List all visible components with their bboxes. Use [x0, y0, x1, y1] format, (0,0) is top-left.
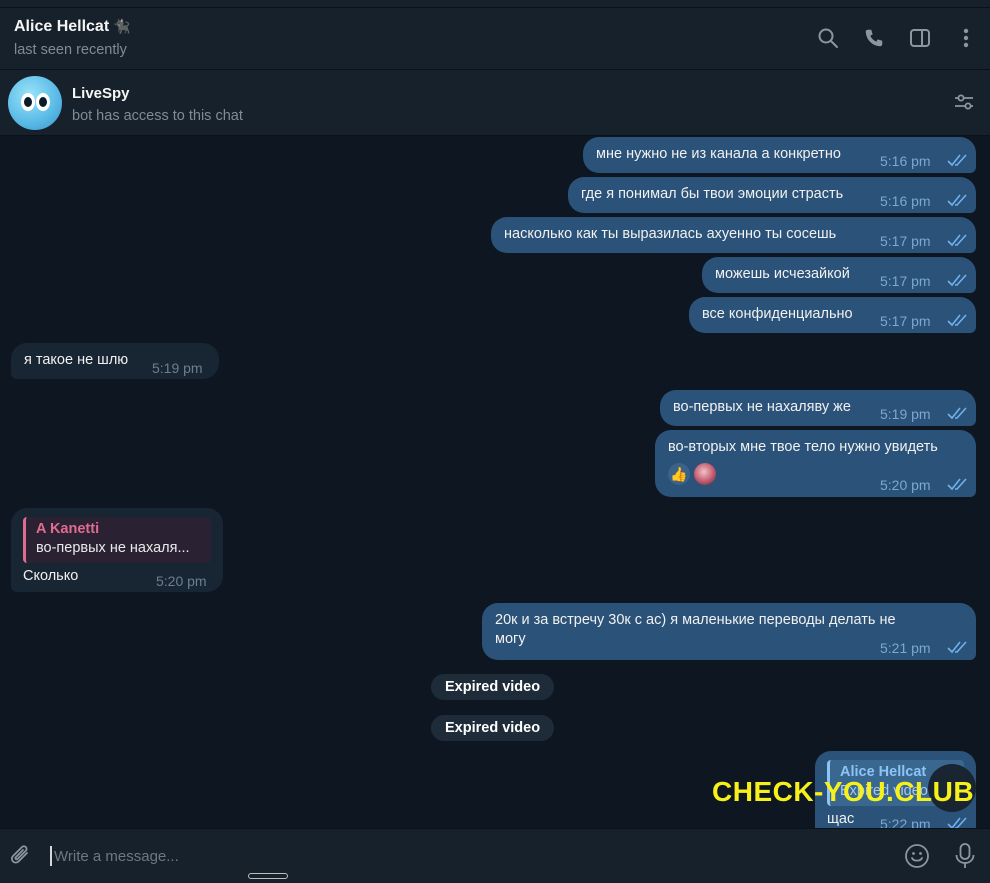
watermark-text: CHECK-YOU.CLUB — [712, 776, 975, 807]
message-outgoing[interactable]: где я понимал бы твои эмоции страсть 5:1… — [568, 177, 976, 213]
bot-name: LiveSpy — [72, 85, 130, 102]
message-input[interactable] — [54, 843, 874, 869]
text-caret — [50, 846, 52, 866]
message-time: 5:19 pm — [152, 360, 203, 376]
expired-video-notice[interactable]: Expired video — [431, 715, 555, 741]
reply-quote[interactable]: A Kanetti во-первых не нахаля... — [23, 517, 211, 563]
read-checkmarks-icon — [947, 194, 967, 207]
message-outgoing[interactable]: во-вторых мне твое тело нужно увидеть 👍 … — [655, 430, 976, 497]
message-time: 5:16 pm — [880, 193, 931, 209]
message-text: можешь исчезайкой — [715, 266, 850, 282]
message-text: насколько как ты выразилась ахуенно ты с… — [504, 226, 837, 242]
reactor-avatar — [694, 463, 716, 485]
bot-avatar — [8, 76, 62, 130]
message-time: 5:17 pm — [880, 273, 931, 289]
attach-icon[interactable] — [8, 843, 34, 869]
message-time: 5:19 pm — [880, 406, 931, 422]
message-input-bar — [0, 828, 990, 883]
message-time: 5:17 pm — [880, 233, 931, 249]
more-menu-icon[interactable] — [954, 26, 978, 50]
message-text: во-первых не нахаляву же — [673, 399, 851, 415]
reply-author: A Kanetti — [36, 521, 100, 537]
chat-header[interactable]: Alice Hellcat 🐈‍⬛ last seen recently — [0, 8, 990, 70]
message-outgoing[interactable]: можешь исчезайкой 5:17 pm — [702, 257, 976, 293]
window-top-strip — [0, 0, 990, 8]
read-checkmarks-icon — [947, 407, 967, 420]
read-checkmarks-icon — [947, 478, 967, 491]
reply-snippet: во-первых не нахаля... — [36, 540, 190, 556]
bot-avatar-eye — [36, 93, 50, 111]
message-text: я такое не шлю — [24, 352, 129, 368]
message-text: все конфиденциально — [702, 306, 853, 322]
contact-status: last seen recently — [14, 42, 127, 58]
message-text: мне нужно не из канала а конкретно — [596, 146, 841, 162]
bot-access-bar[interactable]: LiveSpy bot has access to this chat — [0, 70, 990, 136]
bot-avatar-eye — [21, 93, 35, 111]
expired-video-notice[interactable]: Expired video — [431, 674, 555, 700]
microphone-icon[interactable] — [952, 842, 978, 870]
read-checkmarks-icon — [947, 314, 967, 327]
read-checkmarks-icon — [947, 154, 967, 167]
message-outgoing[interactable]: мне нужно не из канала а конкретно 5:16 … — [583, 137, 976, 173]
sidebar-toggle-icon[interactable] — [908, 26, 932, 50]
message-incoming-reply[interactable]: A Kanetti во-первых не нахаля... Сколько… — [11, 508, 223, 592]
cat-emoji: 🐈‍⬛ — [113, 18, 131, 34]
message-outgoing[interactable]: 20к и за встречу 30к с ас) я маленькие п… — [482, 603, 976, 660]
read-checkmarks-icon — [947, 641, 967, 654]
search-icon[interactable] — [816, 26, 840, 50]
message-outgoing[interactable]: насколько как ты выразилась ахуенно ты с… — [491, 217, 976, 253]
message-time: 5:20 pm — [880, 477, 931, 493]
emoji-icon[interactable] — [904, 843, 930, 869]
home-indicator — [248, 873, 288, 879]
contact-name[interactable]: Alice Hellcat 🐈‍⬛ — [14, 18, 131, 36]
message-outgoing[interactable]: все конфиденциально 5:17 pm — [689, 297, 976, 333]
message-time: 5:17 pm — [880, 313, 931, 329]
message-text: во-вторых мне твое тело нужно увидеть — [668, 439, 938, 455]
message-time: 5:21 pm — [880, 640, 931, 656]
message-time: 5:20 pm — [156, 573, 207, 589]
bot-settings-icon[interactable] — [952, 90, 978, 116]
message-incoming[interactable]: я такое не шлю 5:19 pm — [11, 343, 219, 379]
message-outgoing[interactable]: во-первых не нахаляву же 5:19 pm — [660, 390, 976, 426]
header-actions — [816, 26, 978, 50]
phone-icon[interactable] — [862, 26, 886, 50]
read-checkmarks-icon — [947, 274, 967, 287]
thumbs-up-reaction[interactable]: 👍 — [668, 463, 690, 485]
message-time: 5:16 pm — [880, 153, 931, 169]
message-text: где я понимал бы твои эмоции страсть — [581, 186, 844, 202]
read-checkmarks-icon — [947, 234, 967, 247]
bot-subtitle: bot has access to this chat — [72, 108, 243, 124]
